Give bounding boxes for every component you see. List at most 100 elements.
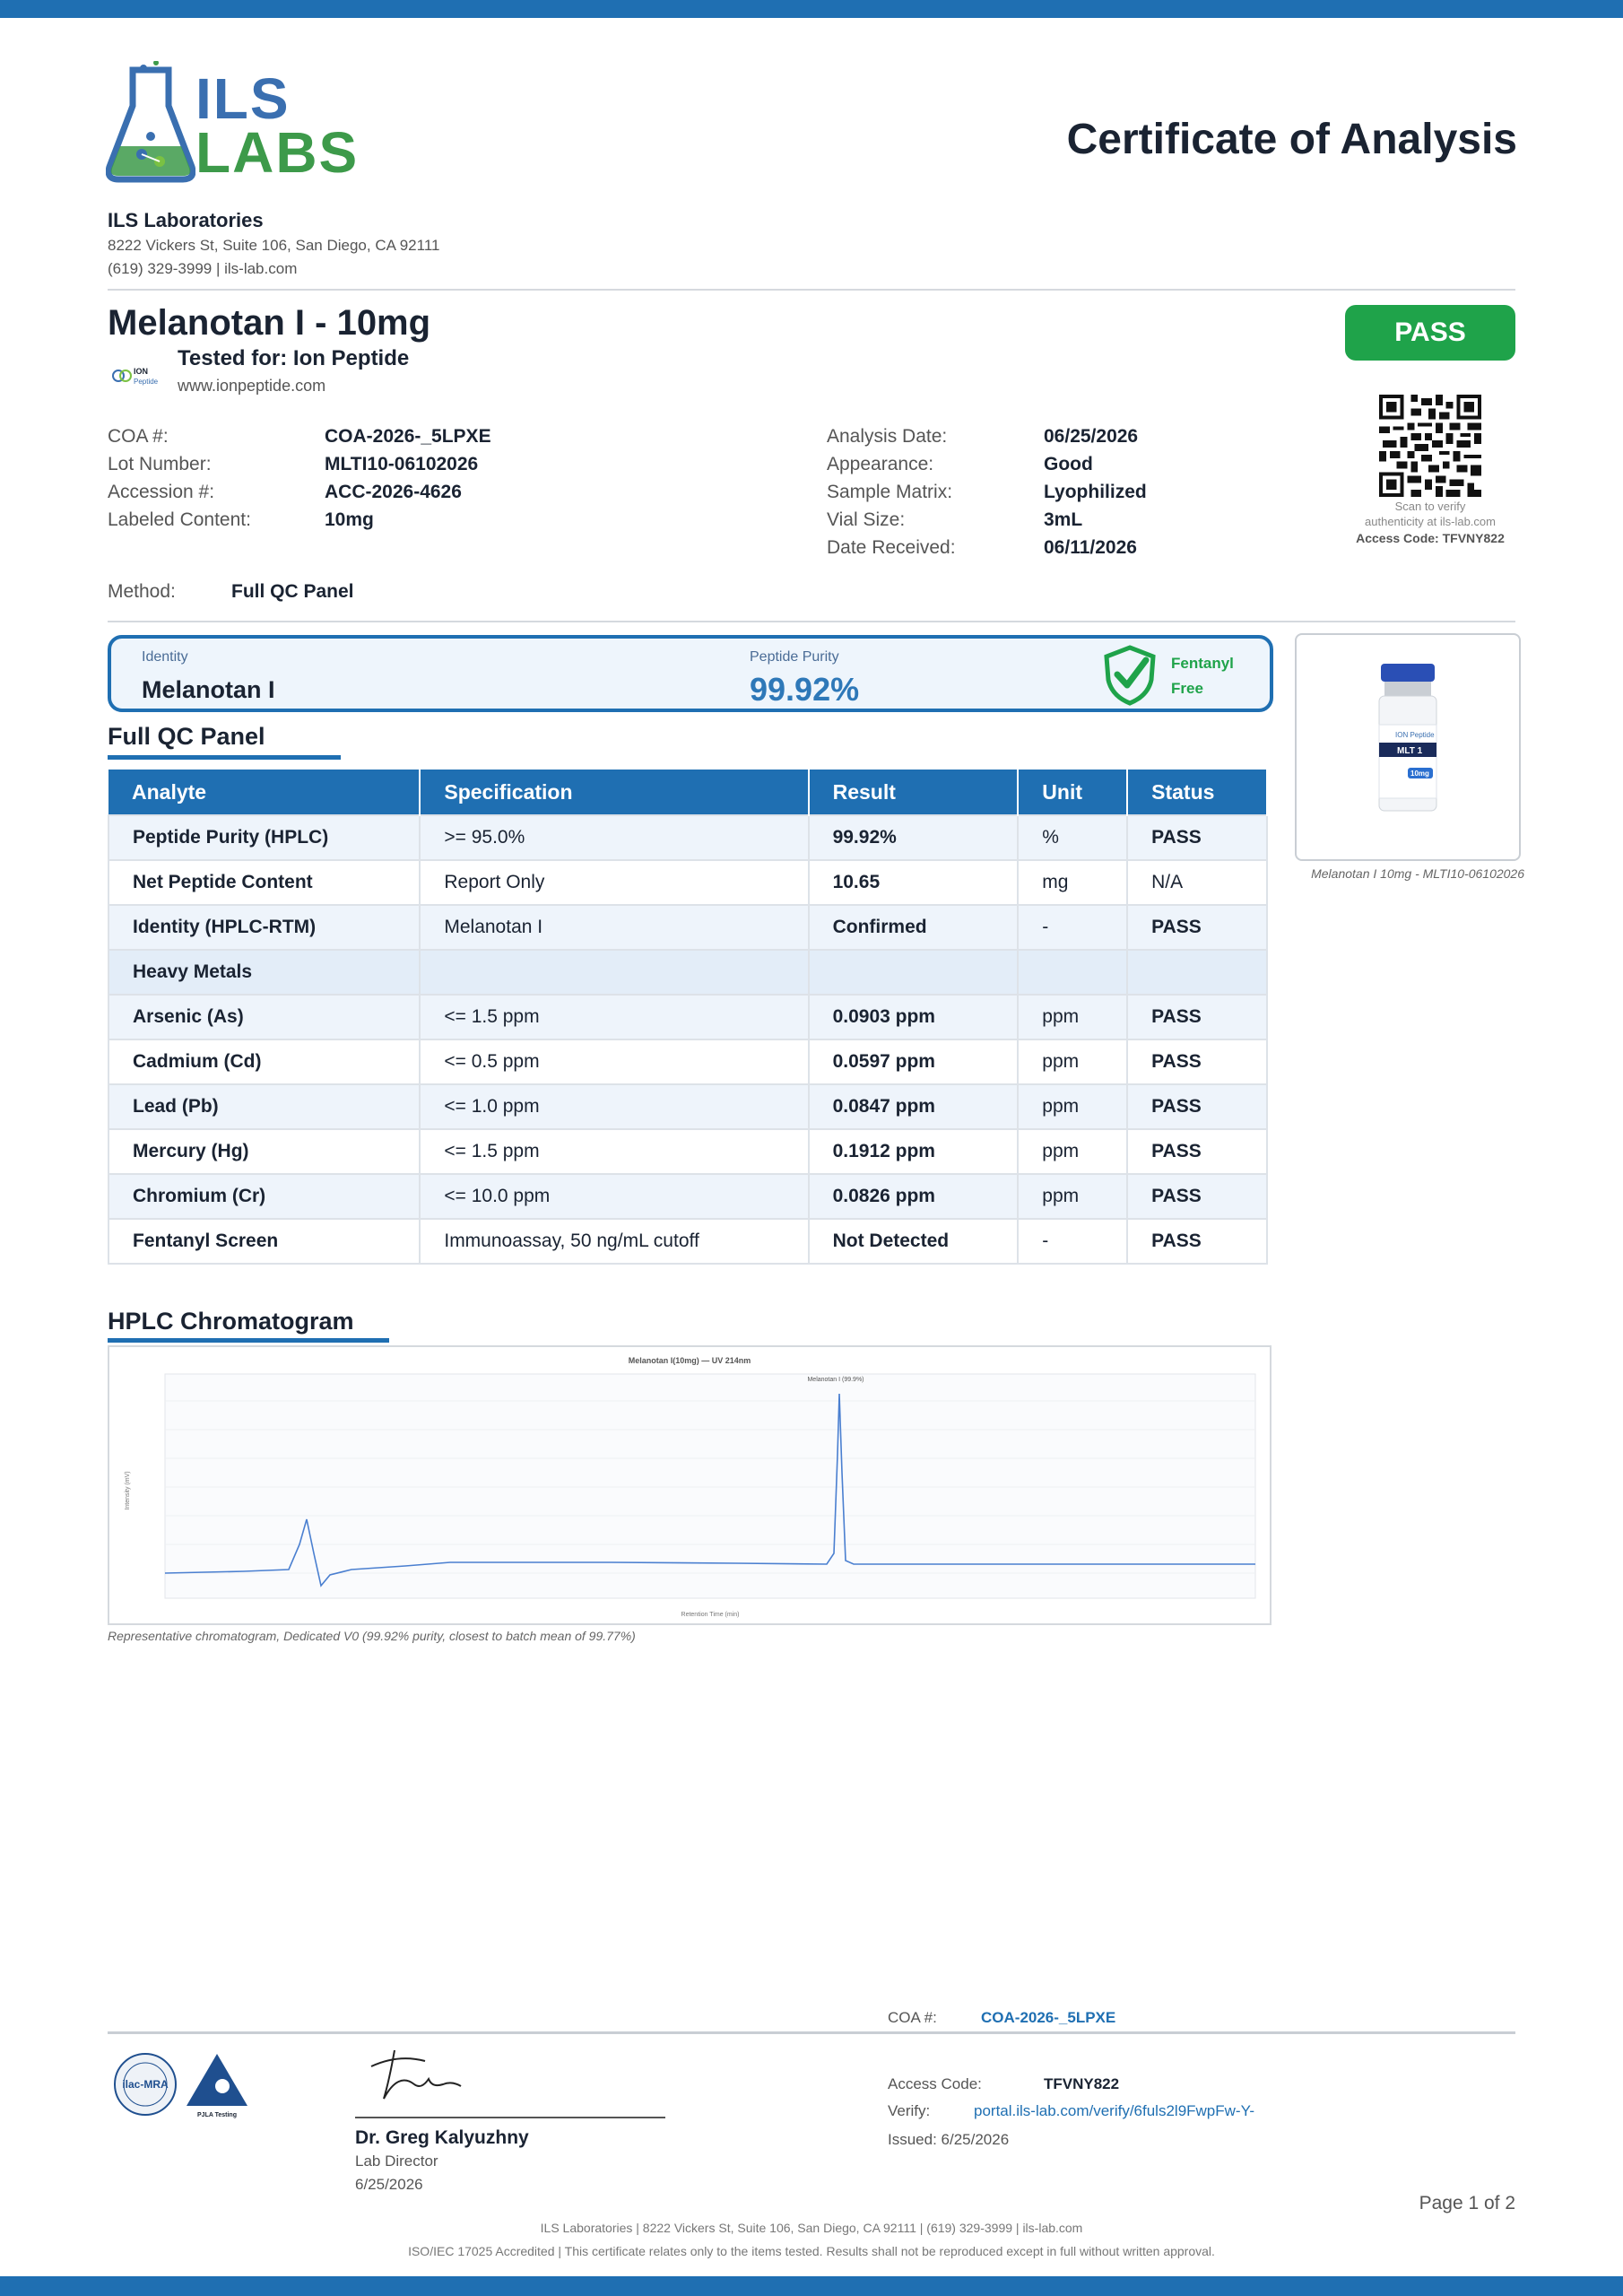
- meta-label-appearance: Appearance:: [827, 454, 934, 474]
- ilac-logo-text: ilac-MRA: [122, 2078, 169, 2091]
- chromatogram-ylabel: Intensity (mV): [125, 1471, 131, 1509]
- meta-value-accession: ACC-2026-4626: [325, 482, 462, 502]
- client-url[interactable]: www.ionpeptide.com: [178, 377, 325, 396]
- method-value: Full QC Panel: [231, 581, 354, 602]
- col-header-result: Result: [808, 770, 1020, 815]
- cell-status: PASS: [1126, 1173, 1268, 1220]
- qr-access-code: Access Code: TFVNY822: [1356, 531, 1505, 545]
- qr-code-icon[interactable]: [1379, 395, 1481, 497]
- lab-contact: (619) 329-3999 | ils-lab.com: [108, 260, 298, 277]
- signer-title: Lab Director: [355, 2152, 438, 2170]
- meta-label-vial-size: Vial Size:: [827, 509, 906, 530]
- cell-result: Not Detected: [807, 1218, 1020, 1265]
- qc-panel-underline: [108, 755, 341, 760]
- client-logo: ION Peptide: [109, 362, 163, 389]
- footer-disclaimer: ISO/IEC 17025 Accredited | This certific…: [408, 2244, 1215, 2258]
- cell-unit: ppm: [1017, 1039, 1129, 1085]
- chromatogram-caption: Representative chromatogram, Dedicated V…: [108, 1629, 636, 1643]
- meta-label-content: Labeled Content:: [108, 509, 251, 530]
- document-title: Certificate of Analysis: [1066, 116, 1517, 163]
- cell-analyte: Chromium (Cr): [107, 1173, 421, 1220]
- chromatogram-peak-label: Melanotan I (99.9%): [807, 1377, 864, 1383]
- pjla-logo-text: PJLA Testing: [197, 2112, 237, 2118]
- vial-brand: ION Peptide: [1395, 731, 1435, 739]
- cell-unit: ppm: [1017, 994, 1129, 1040]
- cell-result: Confirmed: [807, 904, 1020, 951]
- summary-purity-label: Peptide Purity: [750, 649, 839, 665]
- table-group-row: Heavy Metals: [107, 949, 1268, 996]
- cell-spec: [419, 949, 810, 996]
- cell-analyte: Fentanyl Screen: [107, 1218, 421, 1265]
- cell-analyte: Arsenic (As): [107, 994, 421, 1040]
- meta-label-lot: Lot Number:: [108, 454, 212, 474]
- cell-result: [807, 949, 1020, 996]
- vial-caption: Melanotan I 10mg - MLTI10-06102026: [1311, 866, 1524, 881]
- cell-spec: <= 1.5 ppm: [419, 1128, 810, 1175]
- footer-verify-label: Verify:: [888, 2102, 931, 2119]
- overall-pass-badge: PASS: [1345, 305, 1515, 361]
- footer-access-label: Access Code:: [888, 2075, 982, 2092]
- lab-address: 8222 Vickers St, Suite 106, San Diego, C…: [108, 237, 440, 254]
- summary-box: Identity Melanotan I Peptide Purity 99.9…: [108, 635, 1273, 712]
- cell-group-heavy-metals: Heavy Metals: [107, 949, 421, 996]
- cell-unit: -: [1017, 904, 1129, 951]
- svg-text:ION: ION: [134, 367, 148, 376]
- tested-for: Tested for: Ion Peptide: [178, 346, 410, 370]
- cell-status: PASS: [1126, 1083, 1268, 1130]
- footer-coa-label: COA #:: [888, 2009, 937, 2026]
- meta-value-coa: COA-2026-_5LPXE: [325, 426, 491, 447]
- cell-status: PASS: [1126, 1039, 1268, 1085]
- footer-verify-link[interactable]: portal.ils-lab.com/verify/6fuls2l9FwpFw-…: [974, 2102, 1254, 2120]
- qc-results-table: Analyte Specification Result Unit Status…: [107, 770, 1268, 1265]
- lab-name: ILS Laboratories: [108, 209, 264, 231]
- cell-unit: %: [1017, 814, 1129, 861]
- qr-note: Scan to verify authenticity at ils-lab.c…: [1336, 499, 1524, 529]
- cell-spec: Melanotan I: [419, 904, 810, 951]
- cell-status: PASS: [1126, 1218, 1268, 1265]
- summary-identity-label: Identity: [142, 649, 188, 665]
- cell-result: 0.0847 ppm: [807, 1083, 1020, 1130]
- col-header-unit: Unit: [1018, 770, 1129, 815]
- col-header-analyte: Analyte: [108, 770, 421, 815]
- cell-spec: Immunoassay, 50 ng/mL cutoff: [419, 1218, 810, 1265]
- table-row: Arsenic (As) <= 1.5 ppm 0.0903 ppm ppm P…: [107, 994, 1268, 1040]
- meta-label-accession: Accession #:: [108, 482, 215, 502]
- meta-value-content: 10mg: [325, 509, 374, 530]
- chromatogram-underline: [108, 1338, 389, 1343]
- svg-text:Peptide: Peptide: [134, 378, 159, 386]
- chromatogram-xlabel: Retention Time (min): [681, 1612, 740, 1618]
- meta-label-matrix: Sample Matrix:: [827, 482, 953, 502]
- signer-name: Dr. Greg Kalyuzhny: [355, 2127, 529, 2148]
- footer-coa-value: COA-2026-_5LPXE: [981, 2009, 1116, 2026]
- cell-result: 0.1912 ppm: [807, 1128, 1020, 1175]
- cell-unit: [1017, 949, 1129, 996]
- footer-access-value: TFVNY822: [1044, 2075, 1120, 2092]
- cell-unit: mg: [1017, 859, 1129, 906]
- col-header-specification: Specification: [420, 770, 810, 815]
- summary-purity-value: 99.92%: [750, 671, 860, 708]
- cell-spec: >= 95.0%: [419, 814, 810, 861]
- table-row: Mercury (Hg) <= 1.5 ppm 0.1912 ppm ppm P…: [107, 1128, 1268, 1175]
- cell-status: PASS: [1126, 994, 1268, 1040]
- divider: [108, 621, 1515, 622]
- method-label: Method:: [108, 581, 176, 602]
- cell-status: PASS: [1126, 814, 1268, 861]
- meta-label-analysis-date: Analysis Date:: [827, 426, 948, 447]
- table-row: Identity (HPLC-RTM) Melanotan I Confirme…: [107, 904, 1268, 951]
- fentanyl-line2: Free: [1171, 680, 1203, 697]
- top-accent-bar: [0, 0, 1623, 18]
- cell-analyte: Lead (Pb): [107, 1083, 421, 1130]
- accreditation-logos: ilac-MRA PJLA Testing: [111, 2050, 255, 2126]
- table-row: Chromium (Cr) <= 10.0 ppm 0.0826 ppm ppm…: [107, 1173, 1268, 1220]
- meta-label-received: Date Received:: [827, 537, 956, 558]
- cell-status: N/A: [1126, 859, 1268, 906]
- cell-analyte: Identity (HPLC-RTM): [107, 904, 421, 951]
- flask-icon: [105, 60, 196, 183]
- table-row: Net Peptide Content Report Only 10.65 mg…: [107, 859, 1268, 906]
- signer-date: 6/25/2026: [355, 2176, 423, 2193]
- cell-status: PASS: [1126, 1128, 1268, 1175]
- cell-unit: ppm: [1017, 1083, 1129, 1130]
- table-row: Peptide Purity (HPLC) >= 95.0% 99.92% % …: [107, 814, 1268, 861]
- table-row: Cadmium (Cd) <= 0.5 ppm 0.0597 ppm ppm P…: [107, 1039, 1268, 1085]
- footer-issued: Issued: 6/25/2026: [888, 2131, 1010, 2148]
